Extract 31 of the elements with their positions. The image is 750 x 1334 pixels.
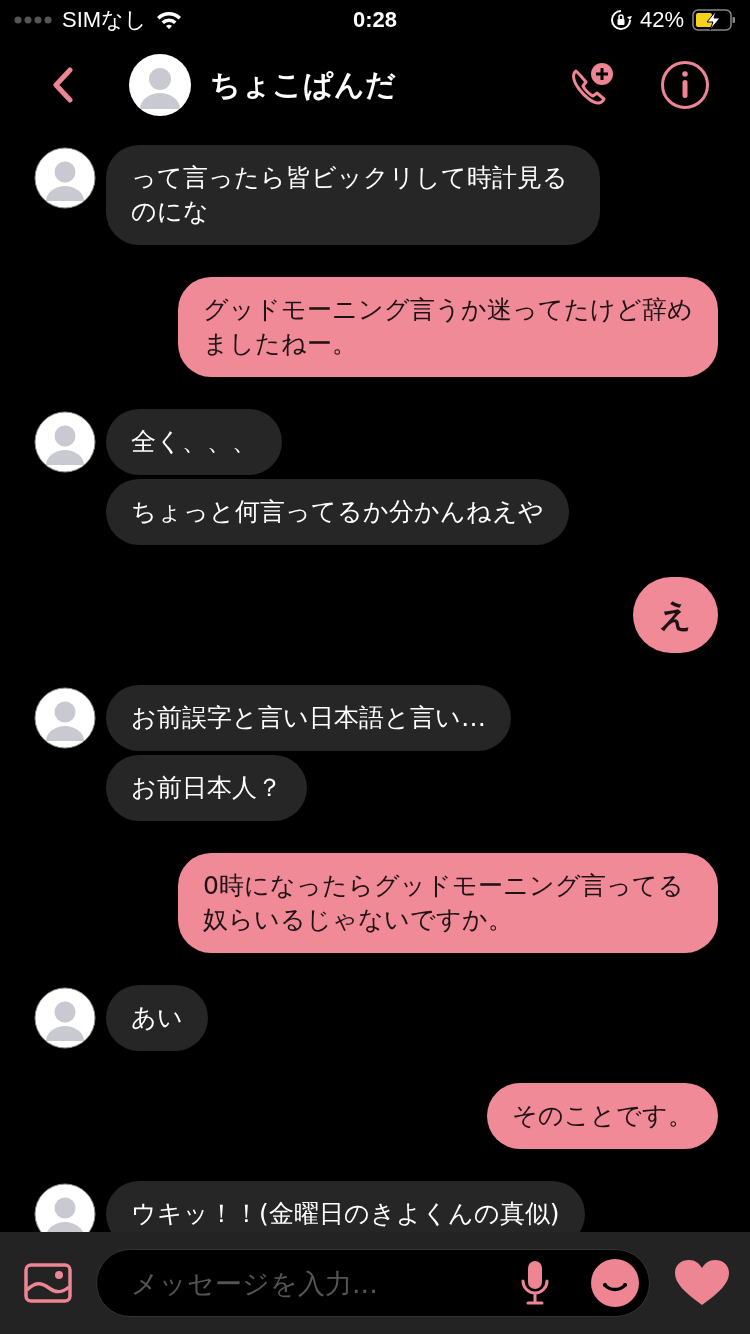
avatar-icon[interactable]	[34, 411, 96, 473]
message-bubble: あい	[106, 985, 208, 1051]
message-bubble: グッドモーニング言うか迷ってたけど辞めましたねー。	[178, 277, 718, 377]
wifi-icon	[155, 10, 184, 30]
rotation-lock-icon	[609, 9, 632, 31]
message-bubble: ちょっと何言ってるか分かんねえや	[106, 479, 569, 545]
message-bubble: お前日本人？	[106, 755, 307, 821]
message-input[interactable]: メッセージを入力...	[96, 1249, 650, 1317]
message-bubble: ウキッ！！(金曜日のきよくんの真似)	[106, 1181, 585, 1232]
carrier-label: SIMなし	[62, 6, 148, 34]
microphone-icon[interactable]	[520, 1260, 550, 1306]
contact-name[interactable]: ちょこぱんだ	[210, 64, 568, 106]
time-label: 0:28	[352, 7, 397, 33]
message-bubble: え	[633, 577, 718, 653]
message-bubble: そのことです。	[487, 1083, 718, 1149]
battery-label: 42%	[639, 7, 684, 33]
avatar-icon[interactable]	[34, 687, 96, 749]
signal-icon	[14, 16, 54, 24]
image-icon[interactable]	[24, 1263, 72, 1303]
message-bubble: って言ったら皆ビックリして時計見るのにな	[106, 145, 600, 245]
message-bubble: 全く、、、	[106, 409, 282, 475]
info-icon[interactable]	[660, 60, 710, 110]
message-bubble: 0時になったらグッドモーニング言ってる奴らいるじゃないですか。	[178, 853, 718, 953]
avatar-icon[interactable]	[34, 987, 96, 1049]
avatar-icon[interactable]	[34, 147, 96, 209]
message-bubble: お前誤字と言い日本語と言い…	[106, 685, 511, 751]
battery-icon	[692, 9, 736, 31]
back-icon[interactable]	[52, 67, 74, 103]
smiley-icon[interactable]	[590, 1258, 640, 1308]
heart-icon[interactable]	[674, 1259, 730, 1307]
avatar-icon[interactable]	[128, 53, 192, 117]
